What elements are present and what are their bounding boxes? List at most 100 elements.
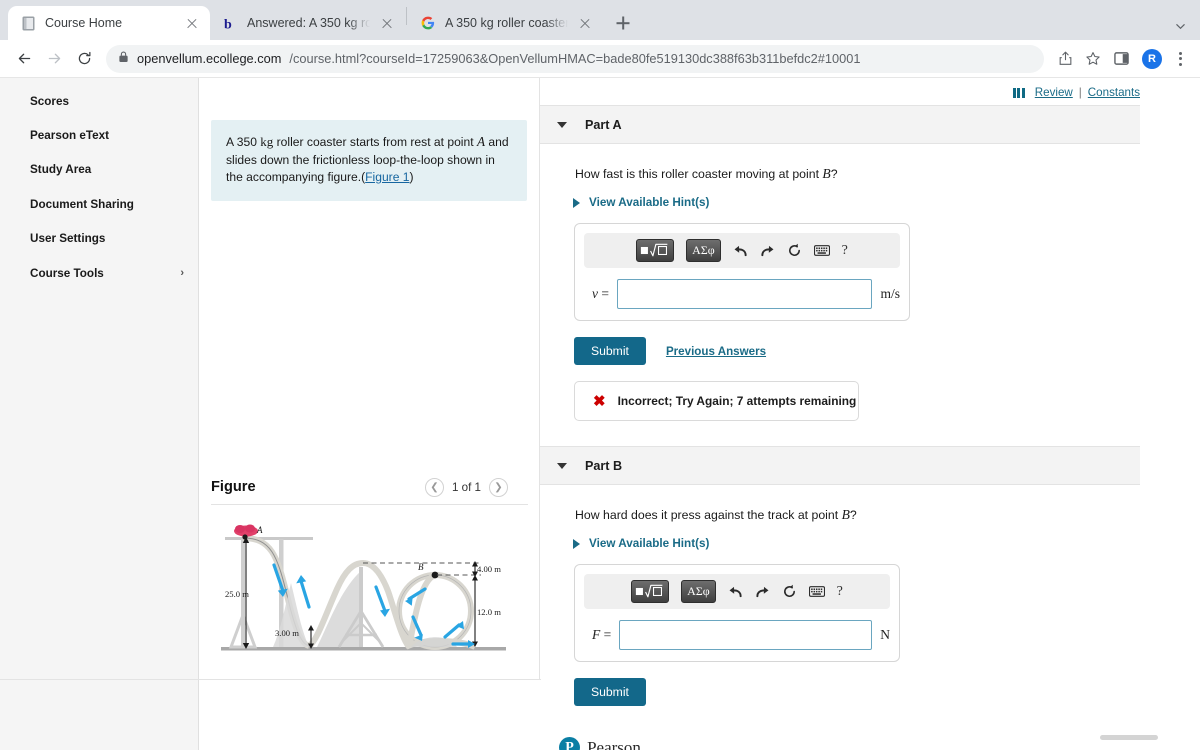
book-icon [20,15,36,31]
figure-counter: 1 of 1 [451,480,481,494]
url-host: openvellum.ecollege.com [137,51,282,66]
stem-point-a: A [476,134,486,149]
svg-text:4.00 m: 4.00 m [477,564,501,574]
greek-symbols-button[interactable]: ΑΣφ [686,239,721,262]
browser-window: Course Home b Answered: A 350 kg roller … [0,0,1200,750]
reset-icon[interactable] [782,584,797,599]
collapse-caret-icon[interactable] [557,121,567,128]
redo-icon[interactable] [755,585,770,599]
chevron-right-icon: › [180,267,184,280]
new-tab-button[interactable] [609,9,637,37]
redo-icon[interactable] [760,244,775,258]
hints-label: View Available Hint(s) [589,537,710,550]
svg-text:25.0 m: 25.0 m [225,589,249,599]
browser-tab-3[interactable]: A 350 kg roller coaster starts f [408,6,603,40]
page-content: Scores Pearson eText Study Area Document… [0,78,1200,750]
part-a-previous-answers-link[interactable]: Previous Answers [666,345,766,358]
expand-caret-icon [573,538,580,549]
svg-text:A: A [256,525,263,535]
sidebar-item-user-settings[interactable]: User Settings [0,222,198,256]
sidebar-item-label: Study Area [30,163,92,177]
stem-text-end: ) [409,169,414,184]
book-bars-icon [1012,87,1025,98]
part-a-label: Part A [585,117,622,132]
share-icon[interactable] [1052,46,1078,72]
back-icon[interactable] [10,45,38,73]
reset-icon[interactable] [787,243,802,258]
question-text-post: ? [830,167,838,181]
field-symbol: F [592,627,601,642]
sidebar-item-scores[interactable]: Scores [0,84,198,118]
sidebar-item-label: Document Sharing [30,197,134,211]
force-input[interactable] [619,620,873,650]
tab-title: A 350 kg roller coaster starts f [445,16,568,30]
constants-link[interactable]: Constants [1088,86,1140,99]
template-math-icon[interactable] [631,580,670,603]
svg-text:12.0 m: 12.0 m [477,607,501,617]
reload-icon[interactable] [70,45,98,73]
review-link[interactable]: Review [1035,86,1073,99]
help-question-icon[interactable]: ? [842,243,848,259]
force-symbol-label: F = [592,627,611,643]
tab-title: Answered: A 350 kg roller coas [247,16,370,30]
url-path: /course.html?courseId=17259063&OpenVellu… [289,51,861,66]
part-a-hints-toggle[interactable]: View Available Hint(s) [573,196,1200,209]
forward-icon[interactable] [40,45,68,73]
google-g-icon [420,15,436,31]
velocity-input[interactable] [617,279,873,309]
help-question-icon[interactable]: ? [837,584,843,600]
figure-header: Figure ❮ 1 of 1 ❯ [211,470,528,504]
part-b-math-toolbar: ΑΣφ ? [584,574,890,609]
keyboard-icon[interactable] [813,245,830,256]
sidebar-item-document-sharing[interactable]: Document Sharing [0,187,198,221]
field-symbol: v [592,286,598,301]
links-separator: | [1078,86,1082,99]
part-a-submit-button[interactable]: Submit [574,337,646,365]
lock-icon [118,51,129,66]
browser-tab-1[interactable]: Course Home [8,6,210,40]
sidebar-item-course-tools[interactable]: Course Tools › [0,256,198,290]
browser-menu-icon[interactable] [1170,51,1190,66]
part-a-header[interactable]: Part A [540,105,1140,144]
chevron-right-icon[interactable]: ❯ [489,477,508,497]
address-bar[interactable]: openvellum.ecollege.com/course.html?cour… [106,44,1044,73]
undo-icon[interactable] [733,244,748,258]
question-text-pre: How fast is this roller coaster moving a… [575,167,823,181]
chevron-left-icon[interactable]: ❮ [424,477,444,497]
part-b-field-row: F = N [584,620,890,650]
x-mark-icon: ✖ [593,393,606,410]
part-b-header[interactable]: Part B [540,446,1140,485]
part-b-hints-toggle[interactable]: View Available Hint(s) [573,537,1200,550]
page-footer: P Pearson Copyright © 2022 Pearson Educa… [0,679,1200,750]
feedback-text: Incorrect; Try Again; 7 attempts remaini… [617,394,857,408]
review-constants-links: Review | Constants [540,78,1200,99]
keyboard-icon[interactable] [808,586,825,597]
horizontal-scrollbar[interactable] [1100,735,1158,740]
figure-1-link[interactable]: Figure 1 [365,170,409,184]
side-panel-icon[interactable] [1108,46,1134,72]
sidebar-item-study-area[interactable]: Study Area [0,153,198,187]
question-text-post: ? [849,508,857,522]
figure-navigation: ❮ 1 of 1 ❯ [424,477,508,497]
pearson-wordmark: Pearson [587,737,641,750]
part-a-feedback: ✖ Incorrect; Try Again; 7 attempts remai… [574,381,859,421]
close-icon[interactable] [184,15,200,31]
chevron-down-icon[interactable] [1175,19,1186,30]
tab-divider [406,7,407,25]
close-icon[interactable] [379,15,395,31]
browser-tab-2[interactable]: b Answered: A 350 kg roller coas [210,6,405,40]
collapse-caret-icon[interactable] [557,462,567,469]
template-math-icon[interactable] [636,239,675,262]
greek-symbols-button[interactable]: ΑΣφ [681,580,716,603]
course-sidebar: Scores Pearson eText Study Area Document… [0,78,199,750]
bookmark-star-icon[interactable] [1080,46,1106,72]
sidebar-item-pearson-etext[interactable]: Pearson eText [0,118,198,152]
undo-icon[interactable] [728,585,743,599]
part-a-answer-box: ΑΣφ ? v = m/s [574,223,910,321]
profile-avatar[interactable]: R [1142,48,1162,69]
velocity-unit-label: m/s [880,286,900,301]
part-a-field-row: v = m/s [584,279,900,309]
part-a-actions: Submit Previous Answers [574,337,1200,365]
close-icon[interactable] [577,15,593,31]
problem-statement: A 350 kg roller coaster starts from rest… [211,120,527,202]
